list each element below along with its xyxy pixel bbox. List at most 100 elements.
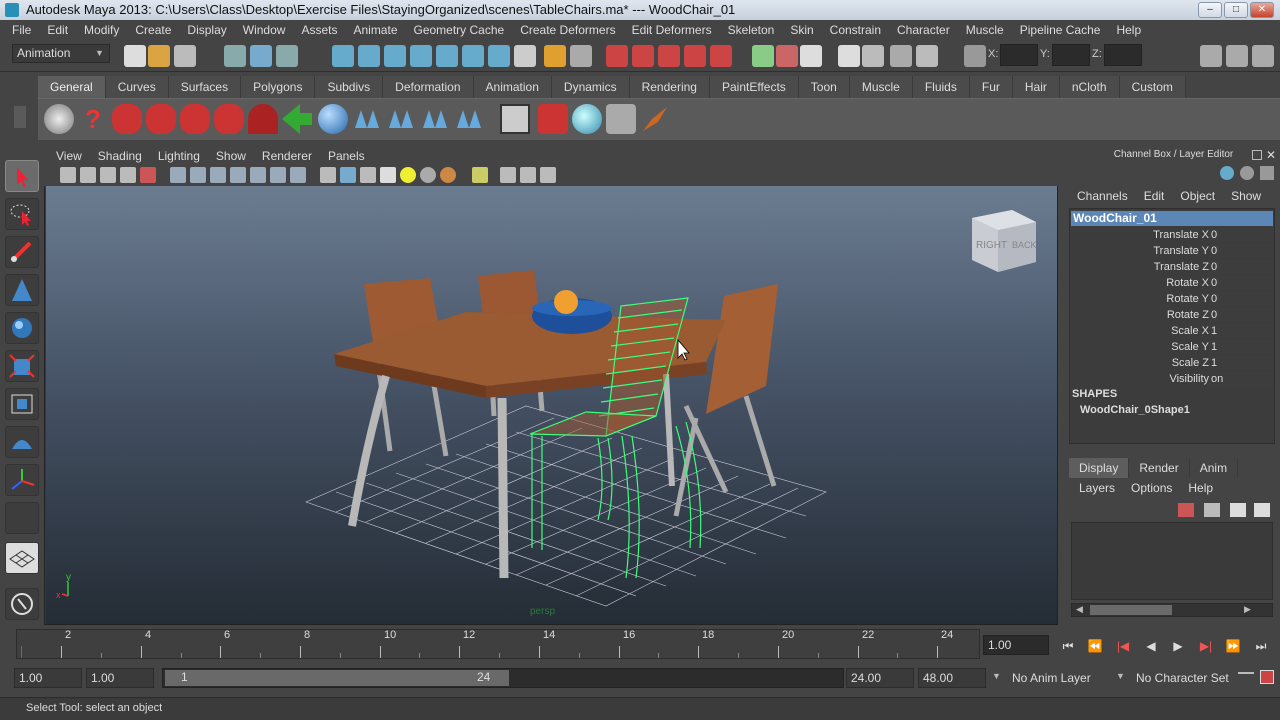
universal-manipulator-tool[interactable] [5, 388, 39, 420]
chevron-down-icon[interactable]: ▼ [1116, 671, 1125, 681]
menu-constrain[interactable]: Constrain [822, 23, 889, 37]
channels-menu-object[interactable]: Object [1172, 186, 1223, 206]
menu-modify[interactable]: Modify [76, 23, 127, 37]
lights-icon[interactable] [400, 167, 416, 183]
batch-render-icon[interactable] [606, 104, 636, 134]
resolution-gate-icon[interactable] [210, 167, 226, 183]
viewport-menu-shading[interactable]: Shading [90, 147, 150, 165]
playback-start-field[interactable]: 1.00 [86, 668, 154, 688]
xray-joints-icon[interactable] [520, 167, 536, 183]
scroll-left-icon[interactable]: ◀ [1076, 604, 1083, 615]
safe-action-icon[interactable] [270, 167, 286, 183]
go-to-start-button[interactable]: ⏮ [1057, 638, 1079, 654]
attr-rotate-y[interactable]: Rotate Y0 [1071, 291, 1273, 307]
play-backwards-button[interactable]: ◀ [1140, 638, 1162, 654]
step-forward-key-button[interactable]: ⏩ [1222, 638, 1244, 654]
tab-toon[interactable]: Toon [798, 76, 850, 98]
close-button[interactable]: ✕ [1250, 2, 1274, 18]
character-set-dropdown[interactable]: No Character Set [1136, 671, 1229, 685]
snap-grid-icon[interactable] [332, 45, 354, 67]
menu-character[interactable]: Character [889, 23, 958, 37]
menu-pipeline-cache[interactable]: Pipeline Cache [1012, 23, 1109, 37]
select-object-icon[interactable] [250, 45, 272, 67]
time-slider[interactable]: 2 4 6 8 10 12 14 16 18 20 22 24 [16, 629, 980, 659]
channel-mode-icon[interactable] [1220, 166, 1234, 180]
attr-rotate-z[interactable]: Rotate Z0 [1071, 307, 1273, 323]
menu-window[interactable]: Window [235, 23, 294, 37]
detach-skin-icon[interactable] [457, 110, 481, 128]
attr-translate-z[interactable]: Translate Z0 [1071, 259, 1273, 275]
attr-translate-x[interactable]: Translate X0 [1071, 227, 1273, 243]
soft-modify-tool[interactable] [5, 426, 39, 458]
menu-geometry-cache[interactable]: Geometry Cache [406, 23, 513, 37]
outliner-button[interactable] [5, 588, 39, 620]
new-layer-icon[interactable] [1204, 503, 1220, 517]
save-scene-icon[interactable] [174, 45, 196, 67]
snap-point-icon[interactable] [384, 45, 406, 67]
viewport-menu-panels[interactable]: Panels [320, 147, 373, 165]
layout-single-pane[interactable] [5, 542, 39, 574]
z-field[interactable] [1104, 44, 1142, 66]
tab-fluids[interactable]: Fluids [912, 76, 970, 98]
snap-curve-icon[interactable] [358, 45, 380, 67]
attr-visibility[interactable]: Visibility on [1071, 371, 1273, 387]
move-tool-shelf-icon[interactable] [146, 104, 176, 134]
rotate-tool-shelf-icon[interactable] [180, 104, 210, 134]
animation-end-field[interactable]: 48.00 [918, 668, 986, 688]
layer-menu-options[interactable]: Options [1123, 478, 1180, 498]
animation-preferences-icon[interactable] [1260, 670, 1274, 684]
channel-box-icon[interactable] [1252, 45, 1274, 67]
channels-menu-edit[interactable]: Edit [1136, 186, 1173, 206]
scale-tool-shelf-icon[interactable] [214, 104, 244, 134]
menu-muscle[interactable]: Muscle [958, 23, 1012, 37]
construction-icon[interactable] [488, 45, 510, 67]
help-question-icon[interactable] [514, 45, 536, 67]
attr-scale-x[interactable]: Scale X1 [1071, 323, 1273, 339]
magnet-point-icon[interactable] [658, 45, 680, 67]
menu-assets[interactable]: Assets [293, 23, 345, 37]
shadows-icon[interactable] [420, 167, 436, 183]
graph-editor-icon[interactable] [500, 104, 530, 134]
select-camera-icon[interactable] [60, 167, 76, 183]
tab-curves[interactable]: Curves [105, 76, 169, 98]
tab-dynamics[interactable]: Dynamics [551, 76, 630, 98]
channels-menu-show[interactable]: Show [1223, 186, 1269, 206]
tab-surfaces[interactable]: Surfaces [168, 76, 242, 98]
ik-handle-icon[interactable] [389, 110, 413, 128]
new-layer-from-selected-icon[interactable] [1178, 503, 1194, 517]
tab-fur[interactable]: Fur [969, 76, 1013, 98]
select-tool[interactable] [5, 160, 39, 192]
grid-toggle-icon[interactable] [170, 167, 186, 183]
transform-mode-icon[interactable] [964, 45, 986, 67]
render-settings-icon[interactable] [862, 45, 884, 67]
magnet-surface-icon[interactable] [710, 45, 732, 67]
tab-ncloth[interactable]: nCloth [1059, 76, 1120, 98]
channels-menu-channels[interactable]: Channels [1069, 186, 1136, 206]
lasso-icon[interactable] [248, 104, 278, 134]
snap-live-icon[interactable] [436, 45, 458, 67]
image-plane-icon[interactable] [120, 167, 136, 183]
safe-title-icon[interactable] [290, 167, 306, 183]
arrow-green-icon[interactable] [282, 104, 312, 134]
magnet-plane-icon[interactable] [684, 45, 706, 67]
layer-menu-help[interactable]: Help [1180, 478, 1221, 498]
tab-custom[interactable]: Custom [1119, 76, 1186, 98]
magnet-icon[interactable] [606, 45, 628, 67]
rotate-tool[interactable] [5, 312, 39, 344]
new-empty-layer-icon[interactable] [1230, 503, 1246, 517]
tab-anim[interactable]: Anim [1190, 458, 1239, 478]
viewport-menu-renderer[interactable]: Renderer [254, 147, 320, 165]
go-to-end-button[interactable]: ⏭ [1250, 638, 1272, 654]
wireframe-on-shaded-icon[interactable] [360, 167, 376, 183]
sphere-icon[interactable] [318, 104, 348, 134]
attribute-editor-icon[interactable] [1200, 45, 1222, 67]
tab-animation[interactable]: Animation [473, 76, 552, 98]
paint-brush-icon[interactable] [643, 107, 667, 131]
smooth-shading-icon[interactable] [340, 167, 356, 183]
film-gate-icon[interactable] [190, 167, 206, 183]
paint-select-tool[interactable] [5, 236, 39, 268]
textured-icon[interactable] [380, 167, 396, 183]
range-slider-handle[interactable] [165, 670, 509, 686]
viewport-scene[interactable]: RIGHT BACK y x persp [46, 186, 1057, 624]
menu-skin[interactable]: Skin [782, 23, 821, 37]
